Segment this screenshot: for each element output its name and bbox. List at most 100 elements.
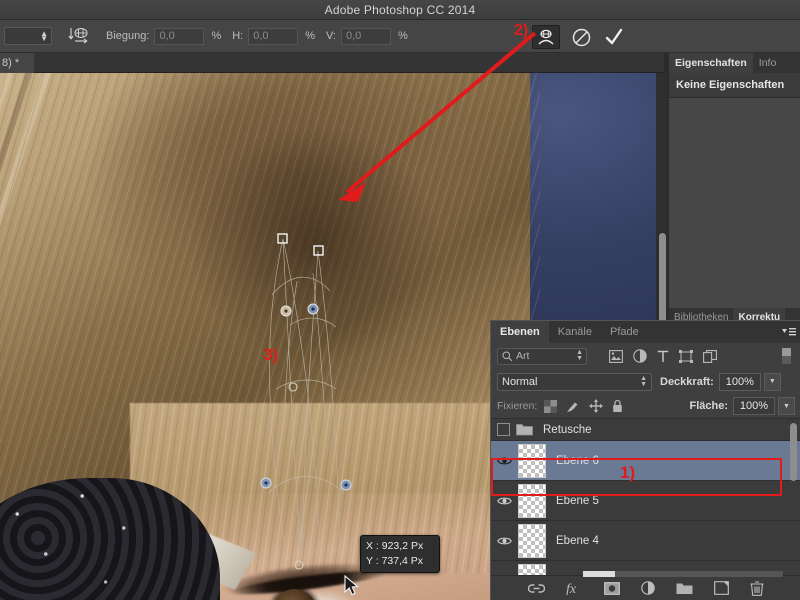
blend-mode-value: Normal: [502, 375, 538, 388]
tab-ebenen[interactable]: Ebenen: [491, 321, 549, 343]
opacity-value[interactable]: 100%: [718, 372, 761, 391]
title-bar: Adobe Photoshop CC 2014: [0, 0, 800, 20]
layer-list-scrollbar[interactable]: [790, 423, 797, 481]
properties-empty-message: Keine Eigenschaften: [669, 73, 800, 98]
photo-hair-shadow: [150, 113, 480, 443]
lock-position-icon[interactable]: [589, 399, 604, 413]
bend-label: Biegung:: [106, 30, 150, 42]
layer-style-fx-icon[interactable]: fx: [566, 581, 583, 595]
layers-panel-toolbar: fx: [491, 575, 800, 600]
tool-preset-stepper[interactable]: ▲ ▼: [4, 27, 52, 45]
h-label: H:: [232, 30, 244, 42]
tab-pfade[interactable]: Pfade: [601, 321, 648, 343]
stepper-arrows-icon: ▲ ▼: [40, 29, 48, 43]
group-visibility-checkbox[interactable]: [497, 423, 510, 436]
annotation-marker-3: 3): [263, 345, 279, 364]
lock-transparency-icon[interactable]: [544, 399, 558, 413]
layer-list[interactable]: Retusche Ebene 6 Ebene 5 Ebene 4: [491, 419, 800, 576]
search-icon: [502, 350, 513, 361]
bend-field[interactable]: 0,0: [154, 27, 205, 45]
h-field[interactable]: 0,0: [248, 27, 299, 45]
adjustment-layer-filter-icon[interactable]: [633, 349, 647, 363]
cancel-icon[interactable]: [569, 25, 593, 49]
table-row[interactable]: Ebene 6: [491, 441, 800, 481]
opacity-label: Deckkraft:: [660, 375, 714, 388]
arrow-cursor-icon: [344, 575, 359, 596]
layer-visibility-toggle[interactable]: [491, 536, 518, 546]
table-row[interactable]: Retusche: [491, 419, 800, 441]
layer-kind-select[interactable]: Art ▲ ▼: [497, 347, 587, 365]
layer-mask-icon[interactable]: [604, 581, 620, 595]
new-layer-icon[interactable]: [714, 581, 729, 595]
layer-kind-stepper-icon: ▲ ▼: [576, 349, 583, 362]
tab-kanaele[interactable]: Kanäle: [549, 321, 601, 343]
tab-eigenschaften[interactable]: Eigenschaften: [669, 53, 753, 73]
eye-icon: [497, 537, 512, 544]
options-bar: ▲ ▼ Biegung: 0,0 % H: 0,0 % V: 0,0 %: [0, 20, 800, 53]
shape-layer-filter-icon[interactable]: [679, 349, 693, 363]
v-percent-label: %: [398, 30, 408, 42]
smart-object-filter-icon[interactable]: [703, 349, 717, 363]
opacity-dropdown-icon[interactable]: ▼: [763, 372, 781, 391]
type-layer-filter-icon[interactable]: [657, 350, 669, 363]
tab-info[interactable]: Info: [752, 53, 783, 73]
v-label: V:: [326, 30, 336, 42]
table-row[interactable]: Ebene 4: [491, 521, 800, 561]
fill-dropdown-icon[interactable]: ▼: [778, 397, 795, 415]
cursor-coordinates-tooltip: X : 923,2 Px Y : 737,4 Px: [360, 535, 440, 573]
v-field[interactable]: 0,0: [341, 27, 391, 45]
checkmark-icon[interactable]: [602, 25, 626, 49]
adjustment-layer-icon[interactable]: [641, 581, 655, 595]
window-title: Adobe Photoshop CC 2014: [324, 2, 476, 17]
layer-name: Ebene 6: [556, 454, 599, 467]
fill-value[interactable]: 100%: [733, 397, 775, 415]
layer-name: Ebene 4: [556, 534, 599, 547]
blend-mode-select[interactable]: Normal ▲ ▼: [497, 372, 652, 391]
puppet-warp-icon[interactable]: [66, 25, 92, 47]
warp-grid-icon[interactable]: [532, 25, 560, 49]
lock-image-icon[interactable]: [566, 400, 580, 413]
properties-tab-strip: Eigenschaften Info: [669, 53, 800, 73]
layer-visibility-toggle[interactable]: [491, 456, 518, 466]
layer-list-horizontal-scrollbar-thumb[interactable]: [583, 571, 615, 577]
layer-thumbnail[interactable]: [518, 483, 546, 518]
folder-icon: [516, 424, 533, 436]
lock-all-icon[interactable]: [612, 399, 623, 413]
layer-visibility-toggle[interactable]: [491, 496, 518, 506]
lock-label: Fixieren:: [497, 400, 538, 412]
bend-percent-label: %: [211, 30, 222, 42]
layer-kind-label: Art: [516, 350, 530, 362]
delete-layer-icon[interactable]: [750, 580, 764, 596]
panel-menu-icon[interactable]: [782, 327, 796, 337]
link-layers-icon[interactable]: [528, 583, 545, 594]
lock-icon-group: [544, 399, 623, 413]
blend-opacity-row: Normal ▲ ▼ Deckkraft: 100% ▼: [491, 369, 800, 394]
canvas-vertical-scrollbar[interactable]: [659, 233, 666, 333]
annotation-marker-2: 2): [514, 22, 529, 39]
document-tab-strip: 8) *: [0, 53, 664, 73]
coordinate-y: Y : 737,4 Px: [366, 555, 424, 567]
h-percent-label: %: [305, 30, 315, 42]
layers-tab-strip: Ebenen Kanäle Pfade: [491, 321, 800, 343]
pixel-layer-filter-icon[interactable]: [609, 349, 623, 363]
layers-panel: Ebenen Kanäle Pfade Art ▲ ▼ Normal ▲ ▼ D…: [490, 320, 800, 600]
annotation-marker-1: 1): [620, 463, 636, 482]
table-row[interactable]: Ebene 5: [491, 481, 800, 521]
properties-body: [669, 98, 800, 308]
eye-icon: [497, 457, 512, 464]
photoshop-window: Adobe Photoshop CC 2014 ▲ ▼ Biegung: 0,0 …: [0, 0, 800, 600]
properties-panel: Eigenschaften Info Keine Eigenschaften: [668, 53, 800, 308]
layer-name: Ebene 5: [556, 494, 599, 507]
document-tab[interactable]: 8) *: [0, 53, 34, 73]
eye-icon: [497, 497, 512, 504]
blend-mode-stepper-icon: ▲ ▼: [640, 374, 647, 388]
layer-filter-row: Art ▲ ▼: [491, 343, 800, 369]
fill-label: Fläche:: [689, 400, 728, 412]
svg-text:fx: fx: [566, 582, 577, 595]
layer-thumbnail[interactable]: [518, 443, 546, 478]
layer-filter-icons: [609, 349, 717, 363]
filter-enable-toggle[interactable]: [782, 348, 791, 364]
layer-thumbnail[interactable]: [518, 523, 546, 558]
coordinate-x: X : 923,2 Px: [366, 540, 424, 552]
new-group-icon[interactable]: [676, 582, 693, 595]
